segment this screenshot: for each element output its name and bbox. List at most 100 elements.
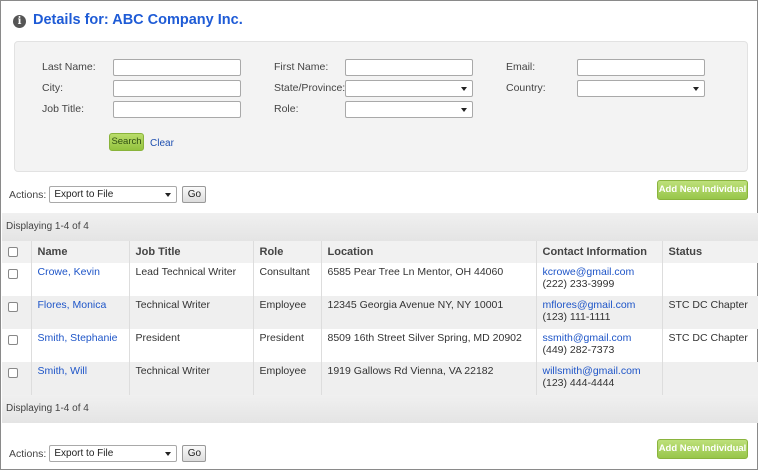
actions-select-value: Export to File: [54, 189, 114, 200]
add-new-individual-button[interactable]: Add New Individual: [657, 439, 748, 459]
email-label: Email:: [506, 61, 536, 73]
search-panel: Last Name: First Name: Email: City: Stat…: [14, 41, 748, 172]
city-label: City:: [42, 82, 63, 94]
column-header[interactable]: Role: [253, 241, 322, 263]
location-cell: 6585 Pear Tree Ln Mentor, OH 44060: [321, 263, 537, 296]
state-label: State/Province:: [274, 82, 346, 94]
email-link[interactable]: mflores@gmail.com: [543, 299, 661, 311]
add-new-individual-button[interactable]: Add New Individual: [657, 180, 748, 200]
role-cell: Employee: [253, 296, 322, 329]
status-cell: STC DC Chapter: [668, 332, 748, 344]
email-field[interactable]: [577, 59, 705, 76]
job-title-label: Job Title:: [42, 103, 85, 115]
job-title-cell: Technical Writer: [129, 296, 254, 329]
chevron-down-icon: [693, 87, 699, 91]
actions-label: Actions:: [9, 447, 47, 460]
column-header[interactable]: Name: [31, 241, 130, 263]
email-link[interactable]: ssmith@gmail.com: [543, 332, 661, 344]
state-select[interactable]: [345, 80, 473, 97]
actions-bar-top: Actions: Export to File Go: [9, 186, 207, 203]
location-cell: 12345 Georgia Avenue NY, NY 10001: [321, 296, 537, 329]
page-title: Details for: ABC Company Inc.: [33, 11, 243, 28]
role-cell: Consultant: [253, 263, 322, 296]
table-row: Smith, Will Technical Writer Employee 19…: [2, 362, 758, 395]
column-header[interactable]: Job Title: [129, 241, 254, 263]
search-button[interactable]: Search: [109, 133, 144, 151]
table-header-row: Name Job Title Role Location Contact Inf…: [2, 241, 758, 263]
job-title-cell: Lead Technical Writer: [129, 263, 254, 296]
row-checkbox[interactable]: [8, 335, 18, 345]
actions-select[interactable]: Export to File: [49, 445, 178, 462]
country-select[interactable]: [577, 80, 705, 97]
phone-text: (123) 111-1111: [542, 311, 611, 323]
actions-bar-bottom: Actions: Export to File Go: [9, 445, 207, 462]
role-select[interactable]: [345, 101, 473, 118]
info-icon: i: [13, 15, 26, 28]
role-cell: President: [253, 329, 322, 362]
individuals-table: Name Job Title Role Location Contact Inf…: [2, 241, 758, 395]
chevron-down-icon: [165, 193, 172, 197]
row-select-cell: [2, 296, 32, 329]
job-title-cell: President: [129, 329, 254, 362]
email-link[interactable]: kcrowe@gmail.com: [543, 266, 661, 278]
chevron-down-icon: [461, 87, 467, 91]
row-select-cell: [2, 362, 32, 395]
table-row: Flores, Monica Technical Writer Employee…: [2, 296, 758, 329]
column-header[interactable]: Location: [321, 241, 537, 263]
location-cell: 1919 Gallows Rd Vienna, VA 22182: [321, 362, 537, 395]
status-cell: STC DC Chapter: [662, 296, 758, 329]
go-button[interactable]: Go: [182, 186, 207, 203]
job-title-field[interactable]: [113, 101, 241, 118]
actions-select-value: Export to File: [54, 448, 114, 459]
first-name-field[interactable]: [345, 59, 473, 76]
row-checkbox[interactable]: [8, 302, 18, 312]
name-link[interactable]: Smith, Stephanie: [38, 332, 118, 344]
location-cell: 8509 16th Street Silver Spring, MD 20902: [321, 329, 537, 362]
phone-text: (123) 444-4444: [542, 377, 615, 389]
status-cell: [662, 263, 758, 296]
contact-cell: ssmith@gmail.com (449) 282-7373: [536, 329, 663, 362]
last-name-label: Last Name:: [42, 61, 96, 73]
contact-cell: kcrowe@gmail.com (222) 233-3999: [536, 263, 663, 296]
name-cell: Smith, Will: [31, 362, 130, 395]
page-frame: i Details for: ABC Company Inc. Last Nam…: [0, 0, 758, 470]
city-field[interactable]: [113, 80, 241, 97]
actions-label: Actions:: [9, 188, 47, 201]
contact-cell: mflores@gmail.com (123) 111-1111: [536, 296, 663, 329]
name-link[interactable]: Smith, Will: [38, 365, 88, 377]
country-label: Country:: [506, 82, 546, 94]
name-cell: Smith, Stephanie: [31, 329, 130, 362]
row-checkbox[interactable]: [8, 368, 18, 378]
display-count-bottom: Displaying 1-4 of 4: [2, 395, 758, 423]
clear-link[interactable]: Clear: [150, 138, 174, 149]
display-count-top: Displaying 1-4 of 4: [2, 213, 758, 241]
column-header[interactable]: Status: [662, 241, 758, 263]
name-cell: Flores, Monica: [31, 296, 130, 329]
row-checkbox[interactable]: [8, 269, 18, 279]
job-title-cell: Technical Writer: [129, 362, 254, 395]
row-select-cell: [2, 263, 32, 296]
name-link[interactable]: Crowe, Kevin: [38, 266, 100, 278]
role-label: Role:: [274, 103, 299, 115]
table-row: Crowe, Kevin Lead Technical Writer Consu…: [2, 263, 758, 296]
last-name-field[interactable]: [113, 59, 241, 76]
name-link[interactable]: Flores, Monica: [38, 299, 107, 311]
table-row: Smith, Stephanie President President 850…: [2, 329, 758, 362]
row-select-cell: [2, 329, 32, 362]
phone-text: (222) 233-3999: [542, 278, 615, 290]
select-all-header: [2, 241, 32, 263]
actions-select[interactable]: Export to File: [49, 186, 178, 203]
role-cell: Employee: [253, 362, 322, 395]
contact-cell: willsmith@gmail.com (123) 444-4444: [536, 362, 663, 395]
email-link[interactable]: willsmith@gmail.com: [543, 365, 661, 377]
name-cell: Crowe, Kevin: [31, 263, 130, 296]
select-all-checkbox[interactable]: [8, 247, 18, 257]
chevron-down-icon: [461, 108, 467, 112]
phone-text: (449) 282-7373: [542, 344, 615, 356]
first-name-label: First Name:: [274, 61, 329, 73]
page-header: i Details for: ABC Company Inc.: [13, 11, 243, 28]
go-button[interactable]: Go: [182, 445, 207, 462]
column-header[interactable]: Contact Information: [536, 241, 663, 263]
chevron-down-icon: [165, 452, 172, 456]
status-cell: [662, 362, 758, 395]
